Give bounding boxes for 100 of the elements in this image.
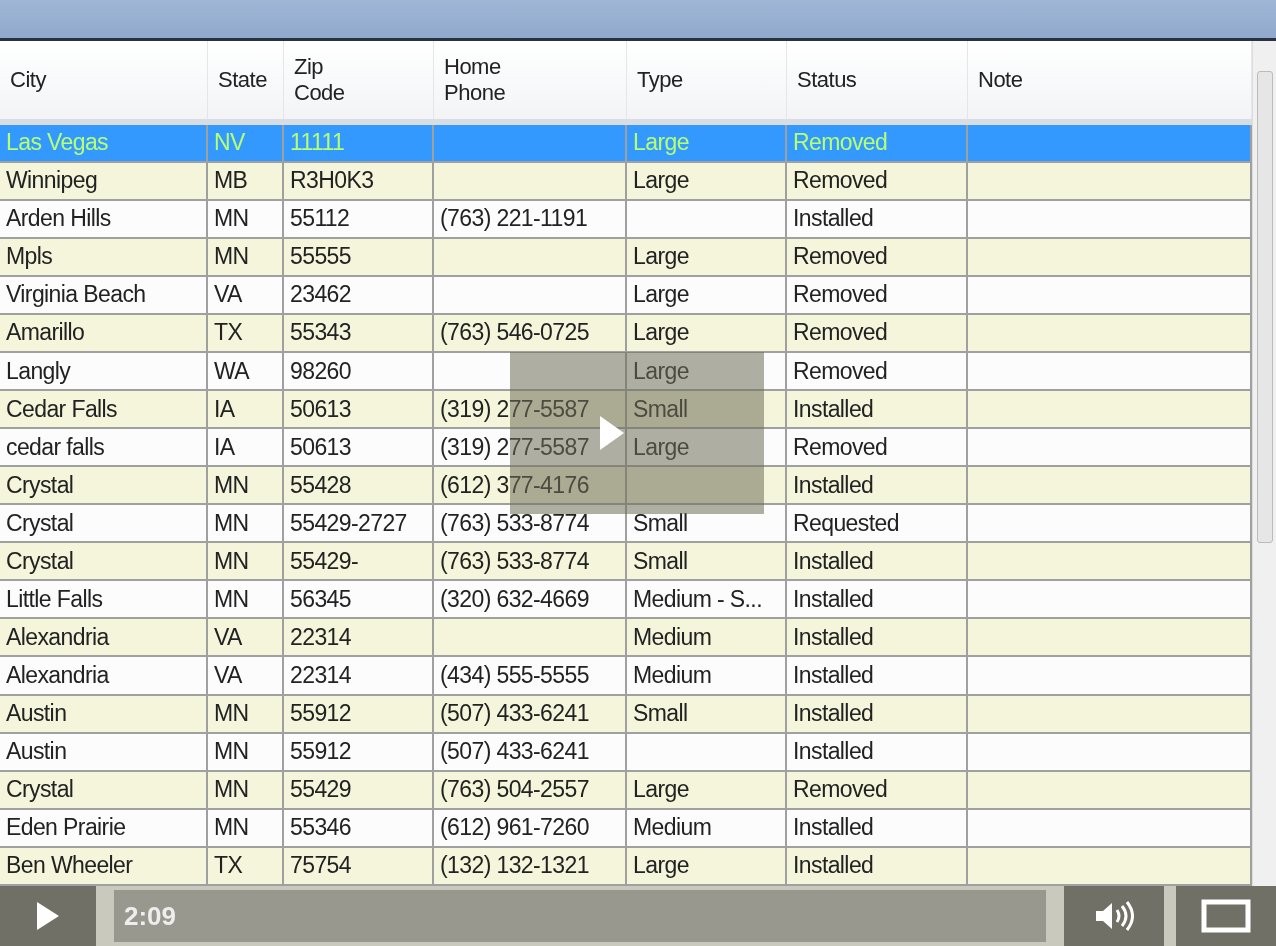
play-icon [37,902,59,930]
column-header[interactable]: Type [627,41,787,119]
table-cell: MN [208,238,284,275]
table-cell: (612) 961-7260 [434,809,627,846]
column-header[interactable]: Status [787,41,968,119]
table-row[interactable]: Mpls MN 55555 Large Removed [0,238,1252,277]
table-cell: Large [627,771,787,808]
table-cell: (507) 433-6241 [434,695,627,732]
table-cell: Alexandria [0,657,208,694]
table-cell: (763) 533-8774 [434,505,627,542]
table-row[interactable]: Arden Hills MN 55112 (763) 221-1191 Installed [0,200,1252,239]
table-cell: Mpls [0,238,208,275]
table-row[interactable]: Alexandria VA 22314 Medium Installed [0,619,1252,658]
table-cell: (612) 377-4176 [434,467,627,504]
table-cell: Installed [787,733,968,770]
table-cell: Medium - S... [627,581,787,618]
table-cell: (763) 533-8774 [434,543,627,580]
table-cell: (763) 221-1191 [434,200,627,237]
volume-button[interactable] [1064,886,1164,946]
table-cell: Austin [0,733,208,770]
table-cell: Installed [787,391,968,428]
table-cell: 50613 [284,429,434,466]
table-cell: Large [627,314,787,351]
table-cell: Crystal [0,771,208,808]
scrollbar-thumb[interactable] [1256,71,1273,543]
table-cell: Large [627,352,787,390]
table-cell: Removed [787,771,968,808]
table-cell: Large [627,238,787,275]
table-cell: Crystal [0,543,208,580]
table-row[interactable]: Austin MN 55912 (507) 433-6241 Installed [0,733,1252,772]
column-header[interactable]: State [208,41,284,119]
column-header[interactable]: Home Phone [434,41,627,119]
table-cell: MN [208,505,284,542]
table-row[interactable]: Virginia Beach VA 23462 Large Removed [0,276,1252,315]
table-cell: MN [208,809,284,846]
table-row[interactable]: Winnipeg MB R3H0K3 Large Removed [0,162,1252,201]
table-cell: 55912 [284,695,434,732]
table-cell: (132) 132-1321 [434,847,627,884]
table-cell: MN [208,695,284,732]
table-cell: MN [208,200,284,237]
table-cell: VA [208,276,284,313]
table-cell: 22314 [284,657,434,694]
table-cell: Installed [787,619,968,656]
table-cell: 55429-2727 [284,505,434,542]
scrollbar[interactable] [1252,41,1276,886]
table-row[interactable]: Austin MN 55912 (507) 433-6241 Small Installed [0,695,1252,734]
table-cell: Installed [787,543,968,580]
table-cell: Removed [787,429,968,466]
table-cell: (507) 433-6241 [434,733,627,770]
table-row[interactable]: Alexandria VA 22314 (434) 555-5555 Medium Installed [0,657,1252,696]
table-cell: Removed [787,162,968,199]
table-cell: 75754 [284,847,434,884]
table-cell: Removed [787,314,968,351]
table-cell: VA [208,619,284,656]
table-row[interactable]: Crystal MN 55429-2727 (763) 533-8774 Small Requested [0,505,1252,544]
table-row[interactable]: Little Falls MN 56345 (320) 632-4669 Medium - S... Installed [0,581,1252,620]
table-cell: (320) 632-4669 [434,581,627,618]
table-row[interactable]: Amarillo TX 55343 (763) 546-0725 Large Removed [0,314,1252,353]
table-row[interactable]: Crystal MN 55429 (763) 504-2557 Large Removed [0,771,1252,810]
table-row[interactable]: Eden Prairie MN 55346 (612) 961-7260 Medium Installed [0,809,1252,848]
column-header[interactable]: City [0,41,208,119]
table-row[interactable]: Crystal MN 55428 (612) 377-4176 Installed [0,467,1252,506]
table-cell: 55112 [284,200,434,237]
table-cell: TX [208,314,284,351]
table-cell: Crystal [0,505,208,542]
table-cell: Installed [787,200,968,237]
play-button[interactable] [0,886,96,946]
table-cell: TX [208,847,284,884]
table-cell: Large [627,847,787,884]
table-cell: Large [627,124,787,161]
playback-time: 2:09 [124,900,177,932]
table-cell: cedar falls [0,429,208,466]
table-cell: Langly [0,352,208,390]
table-cell: MN [208,581,284,618]
table-cell: Removed [787,238,968,275]
table-cell: 55346 [284,809,434,846]
table-cell: Requested [787,505,968,542]
table-cell: R3H0K3 [284,162,434,199]
table-cell: Ben Wheeler [0,847,208,884]
table-row[interactable]: Crystal MN 55429- (763) 533-8774 Small Installed [0,543,1252,582]
table-cell: Small [627,391,787,428]
table-cell: NV [208,124,284,161]
table-row[interactable]: Cedar Falls IA 50613 (319) 277-5587 Small Installed [0,391,1252,430]
table-cell: Arden Hills [0,200,208,237]
table-cell: Removed [787,276,968,313]
column-header[interactable]: Zip Code [284,41,434,119]
table-cell: Winnipeg [0,162,208,199]
table-row[interactable]: Langly WA 98260 Large Removed [0,352,1252,392]
table-cell: Installed [787,695,968,732]
volume-icon [1094,901,1134,931]
table-cell: Small [627,695,787,732]
table-cell: Large [627,429,787,466]
fullscreen-button[interactable] [1176,886,1276,946]
table-cell: Crystal [0,467,208,504]
table-cell: 55429 [284,771,434,808]
table-cell: Large [627,276,787,313]
table-cell: (763) 504-2557 [434,771,627,808]
table-cell: Cedar Falls [0,391,208,428]
table-row[interactable]: Ben Wheeler TX 75754 (132) 132-1321 Large Installed [0,847,1252,886]
table-cell: Large [627,162,787,199]
